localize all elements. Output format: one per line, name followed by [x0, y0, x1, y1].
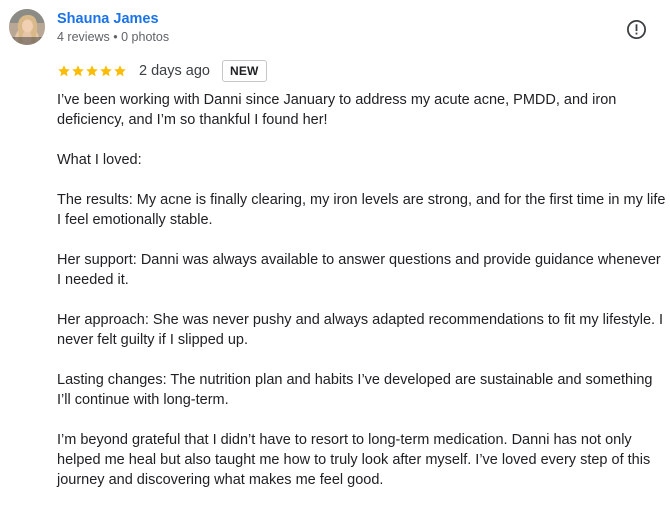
exclamation-circle-icon	[626, 19, 647, 40]
review-paragraph: Her support: Danni was always available …	[57, 252, 661, 288]
star-icon	[100, 65, 112, 77]
star-icon	[114, 65, 126, 77]
star-rating	[57, 64, 127, 78]
avatar-photo	[9, 9, 45, 45]
star-icon	[86, 65, 98, 77]
reviewer-name[interactable]: Shauna James	[57, 11, 159, 27]
review-paragraph: What I loved:	[57, 152, 142, 168]
review-date: 2 days ago	[139, 63, 210, 79]
avatar[interactable]	[9, 9, 45, 45]
rating-row: 2 days ago NEW	[57, 60, 267, 82]
star-icon	[72, 65, 84, 77]
review-paragraph: The results: My acne is finally clearing…	[57, 192, 666, 228]
review-paragraph: I’ve been working with Danni since Janua…	[57, 92, 617, 128]
reviewer-meta: 4 reviews • 0 photos	[57, 30, 170, 44]
star-icon	[58, 65, 70, 77]
new-badge: NEW	[221, 60, 267, 82]
review-text: I’ve been working with Danni since Janua…	[57, 90, 667, 510]
review-paragraph: Lasting changes: The nutrition plan and …	[57, 372, 653, 408]
report-review-button[interactable]	[626, 19, 647, 40]
review-paragraph: Her approach: She was never pushy and al…	[57, 312, 664, 348]
review-paragraph: I’m beyond grateful that I didn’t have t…	[57, 432, 651, 488]
